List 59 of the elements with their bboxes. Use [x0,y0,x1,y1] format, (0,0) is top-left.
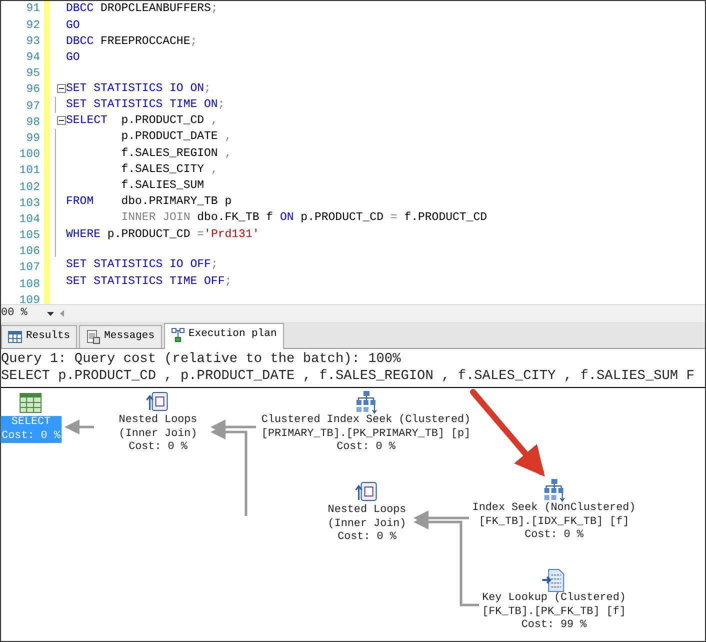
code-line: DBCC FREEPROCCACHE; [66,34,198,50]
code-line: INNER JOIN dbo.FK_TB f ON p.PRODUCT_CD = f.PRODUCT_CD [120,210,488,226]
operator-label[interactable]: Key Lookup (Clustered) [FK_TB].[PK_FK_TB] [f] Cost: 99 % [481,592,627,632]
code-line: GO [66,50,80,66]
query-statement: SELECT p.PRODUCT_CD , p.PRODUCT_DATE , f.SALES_REGION , f.SALES_CITY , f.SALIES_SUM F [1,368,696,385]
line-number: 98 [25,114,41,131]
index-seek-icon [354,390,378,414]
code-line: f.SALIES_SUM [120,178,204,194]
line-number: 107 [18,260,41,276]
execution-plan-icon [170,328,185,342]
code-line: p.PRODUCT_DATE , [120,129,232,146]
code-line: WHERE p.PRODUCT_CD ='Prd131' [66,226,260,243]
line-number: 99 [25,130,41,147]
code-line: FROM dbo.PRIMARY_TB p [66,194,232,210]
code-line: SET STATISTICS TIME OFF; [66,274,232,290]
code-line: DBCC DROPCLEANBUFFERS; [66,1,218,18]
zoom-level: 00 % [1,306,28,322]
line-number: 105 [18,228,41,244]
index-seek-icon [542,478,566,502]
code-line: SET STATISTICS TIME ON; [66,97,225,114]
select-operator-icon [19,392,43,416]
line-number: 95 [25,66,41,82]
key-lookup-icon [542,568,566,592]
line-number: 93 [25,34,41,50]
code-line: SET STATISTICS IO ON; [66,80,211,97]
code-line: f.SALES_REGION , [120,146,232,162]
nested-loops-icon [146,390,170,414]
nested-loops-icon [355,480,379,504]
result-tab[interactable]: Messages [79,325,162,348]
dropdown-caret-icon[interactable] [47,312,54,316]
collapse-icon[interactable] [56,84,66,94]
line-number: 100 [18,147,41,164]
operator-label[interactable]: Nested Loops (Inner Join) Cost: 0 % [118,414,198,454]
result-tab[interactable]: Results [1,325,78,348]
operator-label[interactable]: Nested Loops (Inner Join) Cost: 0 % [326,504,408,544]
line-number: 108 [18,276,41,293]
grid-icon [8,330,22,344]
query-cost-text: Query 1: Query cost (relative to the batch): 100% [1,351,402,368]
operator-label[interactable]: Clustered Index Seek (Clustered) [PRIMARY_TB].[PK_PRIMARY_TB] [p] Cost: 0 % [260,414,472,454]
code-line: GO [66,18,80,34]
line-number: 106 [18,244,41,260]
result-tab[interactable]: Execution plan [164,323,284,349]
line-number: 94 [25,50,41,66]
line-number: 97 [25,98,41,115]
code-line: SELECT p.PRODUCT_CD , [66,113,218,130]
line-number: 96 [25,82,41,98]
line-number: 103 [18,196,41,212]
line-number: 91 [25,1,41,18]
code-line: SET STATISTICS IO OFF; [66,257,218,274]
line-number: 101 [18,163,41,180]
operator-label[interactable]: Index Seek (NonClustered) [FK_TB].[IDX_FK_TB] [f] Cost: 0 % [471,502,637,542]
document-icon [86,330,100,344]
connector-arrow [64,420,94,434]
line-number: 102 [18,180,41,196]
line-number: 104 [18,212,41,228]
code-line: f.SALES_CITY , [120,162,218,178]
line-number: 109 [18,292,41,308]
line-number: 92 [25,18,41,34]
collapse-icon[interactable] [56,116,66,126]
